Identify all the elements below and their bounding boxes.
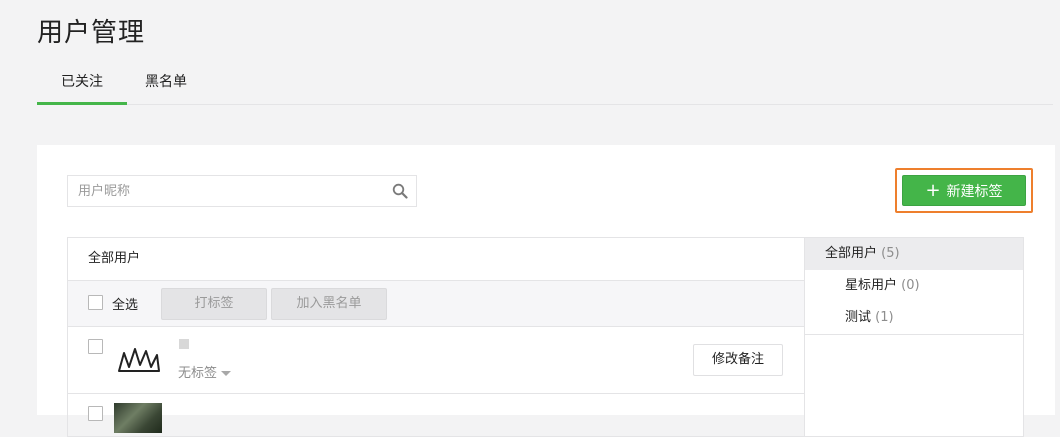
user-management-card: + 新建标签 全部用户 全选 打标签 加入黑名单 无标签 修改备注 (37, 145, 1055, 437)
new-tag-label: 新建标签 (946, 183, 1003, 200)
user-row: 无标签 修改备注 (68, 327, 805, 394)
user-list-panel: 全部用户 全选 打标签 加入黑名单 无标签 修改备注 (67, 237, 805, 437)
plus-icon: + (925, 179, 941, 201)
page-title: 用户管理 (37, 18, 146, 48)
group-count: (0) (901, 278, 920, 293)
tag-button[interactable]: 打标签 (161, 288, 267, 320)
group-count: (5) (881, 246, 900, 261)
user-row (68, 394, 805, 433)
user-row-checkbox[interactable] (88, 406, 103, 421)
search-box (67, 175, 417, 207)
user-tag-dropdown[interactable]: 无标签 (178, 362, 232, 381)
list-toolbar: 全选 打标签 加入黑名单 (68, 281, 805, 327)
search-input[interactable] (68, 176, 378, 206)
group-name: 星标用户 (845, 278, 898, 293)
tab-blacklist[interactable]: 黑名单 (127, 62, 205, 105)
user-nickname (179, 339, 189, 349)
select-all-label[interactable]: 全选 (112, 294, 138, 313)
user-tag-label: 无标签 (178, 366, 218, 381)
list-header: 全部用户 (68, 238, 805, 281)
group-item-all[interactable]: 全部用户 (5) (805, 238, 1023, 270)
search-icon[interactable] (392, 183, 408, 199)
avatar[interactable] (114, 403, 162, 433)
group-panel: 全部用户 (5) 星标用户 (0) 测试 (1) (804, 237, 1024, 437)
group-list: 全部用户 (5) 星标用户 (0) 测试 (1) (805, 238, 1023, 335)
new-tag-highlight: + 新建标签 (895, 168, 1033, 213)
group-item-starred[interactable]: 星标用户 (0) (805, 270, 1023, 302)
avatar[interactable] (116, 341, 162, 375)
group-name: 全部用户 (825, 246, 878, 261)
group-count: (1) (875, 310, 894, 325)
new-tag-button[interactable]: + 新建标签 (902, 175, 1026, 206)
tab-followed[interactable]: 已关注 (37, 62, 127, 105)
select-all-checkbox[interactable] (88, 295, 103, 310)
add-to-blacklist-button[interactable]: 加入黑名单 (271, 288, 387, 320)
group-item-test[interactable]: 测试 (1) (805, 302, 1023, 334)
caret-down-icon (221, 371, 232, 376)
edit-remark-button[interactable]: 修改备注 (693, 344, 783, 376)
tab-bar: 已关注 黑名单 (37, 62, 1053, 105)
user-row-checkbox[interactable] (88, 339, 103, 354)
group-name: 测试 (845, 310, 872, 325)
